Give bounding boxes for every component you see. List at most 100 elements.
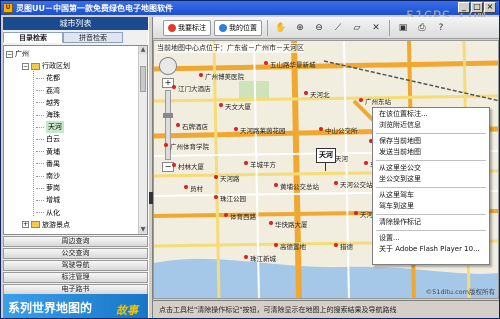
context-menu-item[interactable]: 坐公交到这里 [373, 174, 489, 185]
context-menu-item[interactable]: 设置... [373, 233, 489, 244]
map-poi-label[interactable]: 中山公交所 [325, 125, 358, 135]
map-poi-label[interactable]: 江门大酒店 [178, 83, 211, 93]
context-menu-item[interactable]: 在该位置标注... [373, 109, 489, 120]
context-menu-item[interactable]: 浏览附近信息 [373, 120, 489, 131]
clear-icon[interactable]: ✕ [368, 20, 384, 36]
poi-pin-icon[interactable] [199, 73, 203, 77]
scroll-down-icon[interactable]: ▼ [139, 226, 147, 234]
tree-item[interactable]: 从化 [36, 207, 60, 219]
map-poi-label[interactable]: 村林大厦 [178, 161, 204, 171]
map-poi-label[interactable]: 羊城平方 [250, 159, 276, 169]
tree-item[interactable]: − 广州 [6, 48, 29, 60]
poi-pin-icon[interactable] [334, 243, 338, 247]
context-menu-item[interactable]: 发送当前地图 [373, 147, 489, 158]
map-poi-label[interactable]: 珠江公园 [220, 193, 246, 203]
context-menu-item[interactable]: 从这里坐公交 [373, 163, 489, 174]
tree-item[interactable]: 海珠 [36, 109, 60, 121]
hand-icon[interactable]: ✋ [273, 20, 289, 36]
map-poi-label[interactable]: 天文大厦 [225, 101, 251, 111]
map-poi-label[interactable]: 体育西路 [230, 211, 256, 221]
add-marker-button[interactable]: 我要标注 [163, 19, 211, 36]
poi-pin-icon[interactable] [359, 98, 363, 102]
map-poi-label[interactable]: 天河 [335, 153, 348, 163]
map-poi-label[interactable]: 黄埔公交总站 [280, 181, 319, 191]
poi-pin-icon[interactable] [176, 123, 180, 127]
context-menu-item[interactable]: 保存当前地图 [373, 136, 489, 147]
map-poi-label[interactable]: 广州东站 [365, 96, 391, 106]
collapse-icon[interactable]: − [6, 50, 13, 58]
context-menu-item[interactable]: 关于 Adobe Flash Player 10... [373, 244, 489, 255]
save-icon[interactable]: ▣ [395, 20, 411, 36]
poi-pin-icon[interactable] [214, 195, 218, 199]
zoom-out-icon[interactable]: ⊖ [311, 20, 327, 36]
poi-pin-icon[interactable] [224, 213, 228, 217]
tree-item[interactable]: 越秀 [36, 97, 60, 109]
collapse-icon[interactable]: − [22, 62, 29, 70]
context-menu-item[interactable]: 驾车到这里 [373, 201, 489, 212]
map-poi-label[interactable]: 华快路大厦 [275, 219, 308, 229]
tab-pinyin[interactable]: 拼音检索 [63, 32, 123, 43]
zoom-in-icon[interactable]: ⊕ [292, 20, 308, 36]
bus-search-button[interactable]: 公交查询 [3, 248, 148, 259]
map-poi-label[interactable]: 五山路华景新城 [270, 59, 316, 69]
poi-pin-icon[interactable] [244, 255, 248, 259]
maximize-button[interactable]: □ [471, 2, 483, 13]
tree-item[interactable]: 白云 [36, 133, 60, 145]
map-marker[interactable]: 天河 [316, 148, 336, 163]
map-poi-label[interactable]: 天河路莱茵花园 [240, 125, 286, 135]
tree-item[interactable]: 增城 [36, 194, 60, 206]
poi-pin-icon[interactable] [172, 85, 176, 89]
poi-pin-icon[interactable] [354, 211, 358, 215]
map-poi-label[interactable]: 天河路 [220, 173, 240, 183]
poi-pin-icon[interactable] [364, 161, 368, 165]
tree-item[interactable]: 南沙 [36, 170, 60, 182]
map-poi-label[interactable]: 珠江新城 [250, 253, 276, 263]
pan-pad[interactable] [159, 57, 177, 75]
poi-pin-icon[interactable] [219, 103, 223, 107]
expand-icon[interactable]: + [22, 221, 29, 229]
nearby-search-button[interactable]: 周边查询 [3, 236, 148, 247]
area-icon[interactable]: ▱ [349, 20, 365, 36]
tree-item[interactable]: − 行政区划 [22, 60, 70, 72]
my-location-button[interactable]: 我的位置 [214, 19, 262, 36]
map-poi-label[interactable]: 高德置地 [280, 241, 306, 251]
help-icon[interactable]: ? [433, 20, 449, 36]
poi-pin-icon[interactable] [214, 175, 218, 179]
scroll-up-icon[interactable]: ▲ [139, 46, 147, 54]
tree-item[interactable]: 番禺 [36, 158, 60, 170]
context-menu-item[interactable]: 从这里驾车 [373, 190, 489, 201]
driving-nav-button[interactable]: 驾驶导航 [3, 260, 148, 271]
poi-pin-icon[interactable] [274, 243, 278, 247]
poi-pin-icon[interactable] [234, 127, 238, 131]
marker-manage-button[interactable]: 标注管理 [3, 272, 148, 283]
print-icon[interactable]: ⎙ [414, 20, 430, 36]
minimize-button[interactable]: _ [458, 2, 470, 13]
map-poi-label[interactable]: 广州体育学院 [170, 141, 209, 151]
tree-item[interactable]: 花都 [36, 72, 60, 84]
poi-pin-icon[interactable] [304, 91, 308, 95]
map-poi-label[interactable]: 天河北 [310, 89, 330, 99]
tree-scrollbar[interactable]: ▲ ▼ [138, 46, 147, 234]
tree-item[interactable]: 萝岗 [36, 182, 60, 194]
tree-item[interactable]: + 旅游景点 [22, 219, 70, 231]
poi-pin-icon[interactable] [319, 127, 323, 131]
poi-pin-icon[interactable] [264, 61, 268, 65]
poi-pin-icon[interactable] [172, 163, 176, 167]
tree-item[interactable]: 黄埔 [36, 146, 60, 158]
city-list-header[interactable]: 城市列表 [3, 17, 148, 30]
map-poi-label[interactable]: 石牌酒店 [182, 121, 208, 131]
tree-item[interactable]: 荔湾 [36, 85, 60, 97]
poi-pin-icon[interactable] [164, 143, 168, 147]
scroll-thumb[interactable] [140, 66, 146, 92]
map-poi-label[interactable]: 猎德 [340, 241, 353, 251]
poi-pin-icon[interactable] [184, 185, 188, 189]
measure-icon[interactable]: ⟋ [330, 20, 346, 36]
ad-banner[interactable]: 系列世界地图的 故事 [3, 294, 148, 318]
poi-pin-icon[interactable] [244, 161, 248, 165]
tree-item[interactable]: 天河 [36, 121, 64, 134]
close-button[interactable]: × [484, 2, 496, 13]
map-poi-label[interactable]: 员村 [190, 183, 203, 193]
tab-directory[interactable]: 目录检索 [3, 32, 63, 43]
context-menu-item[interactable]: 清除操作标记 [373, 217, 489, 228]
map-poi-label[interactable]: 广州博美医院 [205, 71, 244, 81]
